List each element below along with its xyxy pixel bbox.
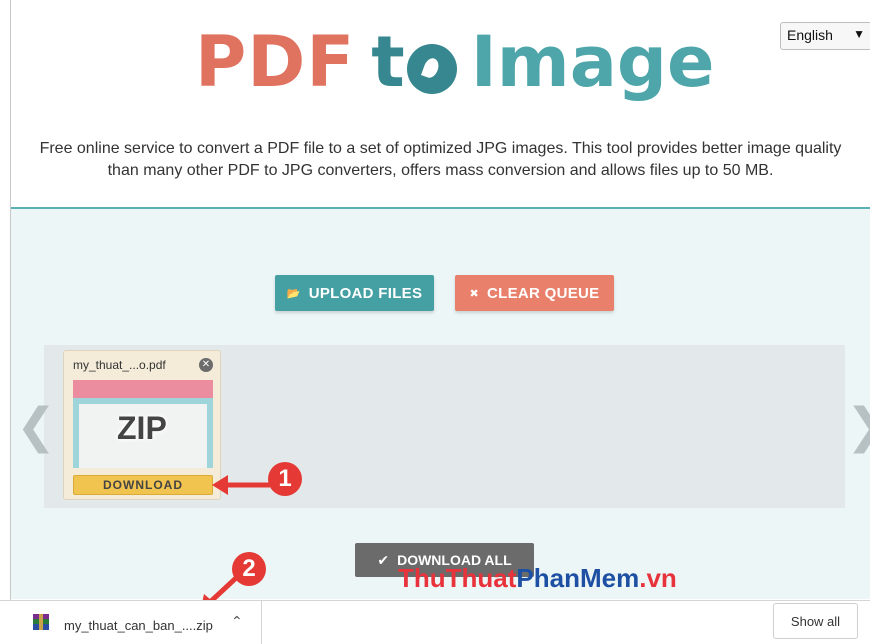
watermark-part-2: PhanMem <box>516 563 640 593</box>
show-all-label: Show all <box>790 613 841 629</box>
callout-arrow-1 <box>212 475 270 495</box>
show-all-button[interactable]: Show all <box>773 603 858 639</box>
watermark-part-3: .vn <box>639 563 677 593</box>
callout-badge-1: 1 <box>268 462 302 496</box>
logo-text-t: t <box>371 21 405 103</box>
close-icon: ✖ <box>469 287 480 300</box>
site-logo[interactable]: PDF t Image <box>195 21 715 103</box>
language-select-value: English <box>787 27 833 43</box>
chevron-right-icon[interactable]: ❯ <box>846 403 870 451</box>
logo-o-icon <box>406 44 457 94</box>
download-item[interactable]: my_thuat_can_ban_....zip ⌃ <box>0 601 262 644</box>
chevron-up-icon[interactable]: ⌃ <box>231 613 243 630</box>
tagline-line-2: than many other PDF to JPG converters, o… <box>107 162 774 179</box>
file-card-name: my_thuat_...o.pdf <box>73 358 166 372</box>
file-card: my_thuat_...o.pdf ✕ ZIP DOWNLOAD <box>63 350 221 500</box>
tagline-line-1: Free online service to convert a PDF fil… <box>39 140 842 157</box>
language-select[interactable]: English ▼ <box>780 22 870 50</box>
upload-files-label: UPLOAD FILES <box>308 284 423 302</box>
watermark-part-1: ThuThuat <box>398 563 517 593</box>
thumbnail-band <box>73 380 213 398</box>
clear-queue-button[interactable]: ✖ CLEAR QUEUE <box>455 275 614 311</box>
download-item-name: my_thuat_can_ban_....zip <box>64 618 213 633</box>
logo-text-image: Image <box>470 21 715 103</box>
chevron-down-icon: ▼ <box>853 27 865 41</box>
clear-queue-label: CLEAR QUEUE <box>487 284 600 302</box>
download-button[interactable]: DOWNLOAD <box>73 475 213 495</box>
logo-text-to: t <box>371 21 457 103</box>
archive-file-icon <box>33 614 49 630</box>
browser-download-bar: my_thuat_can_ban_....zip ⌃ <box>0 600 870 644</box>
check-icon: ✔ <box>377 551 390 568</box>
upload-files-button[interactable]: 📂 UPLOAD FILES <box>275 275 434 311</box>
watermark: ThuThuatPhanMem.vn <box>398 563 677 594</box>
zip-icon: ZIP <box>117 410 167 446</box>
tagline: Free online service to convert a PDF fil… <box>11 138 870 182</box>
chevron-left-icon[interactable]: ❮ <box>16 403 56 451</box>
file-thumbnail: ZIP <box>73 380 213 468</box>
logo-text-pdf: PDF <box>195 21 356 103</box>
download-label: DOWNLOAD <box>103 478 183 492</box>
folder-open-icon: 📂 <box>286 287 301 300</box>
remove-file-icon[interactable]: ✕ <box>199 358 213 372</box>
